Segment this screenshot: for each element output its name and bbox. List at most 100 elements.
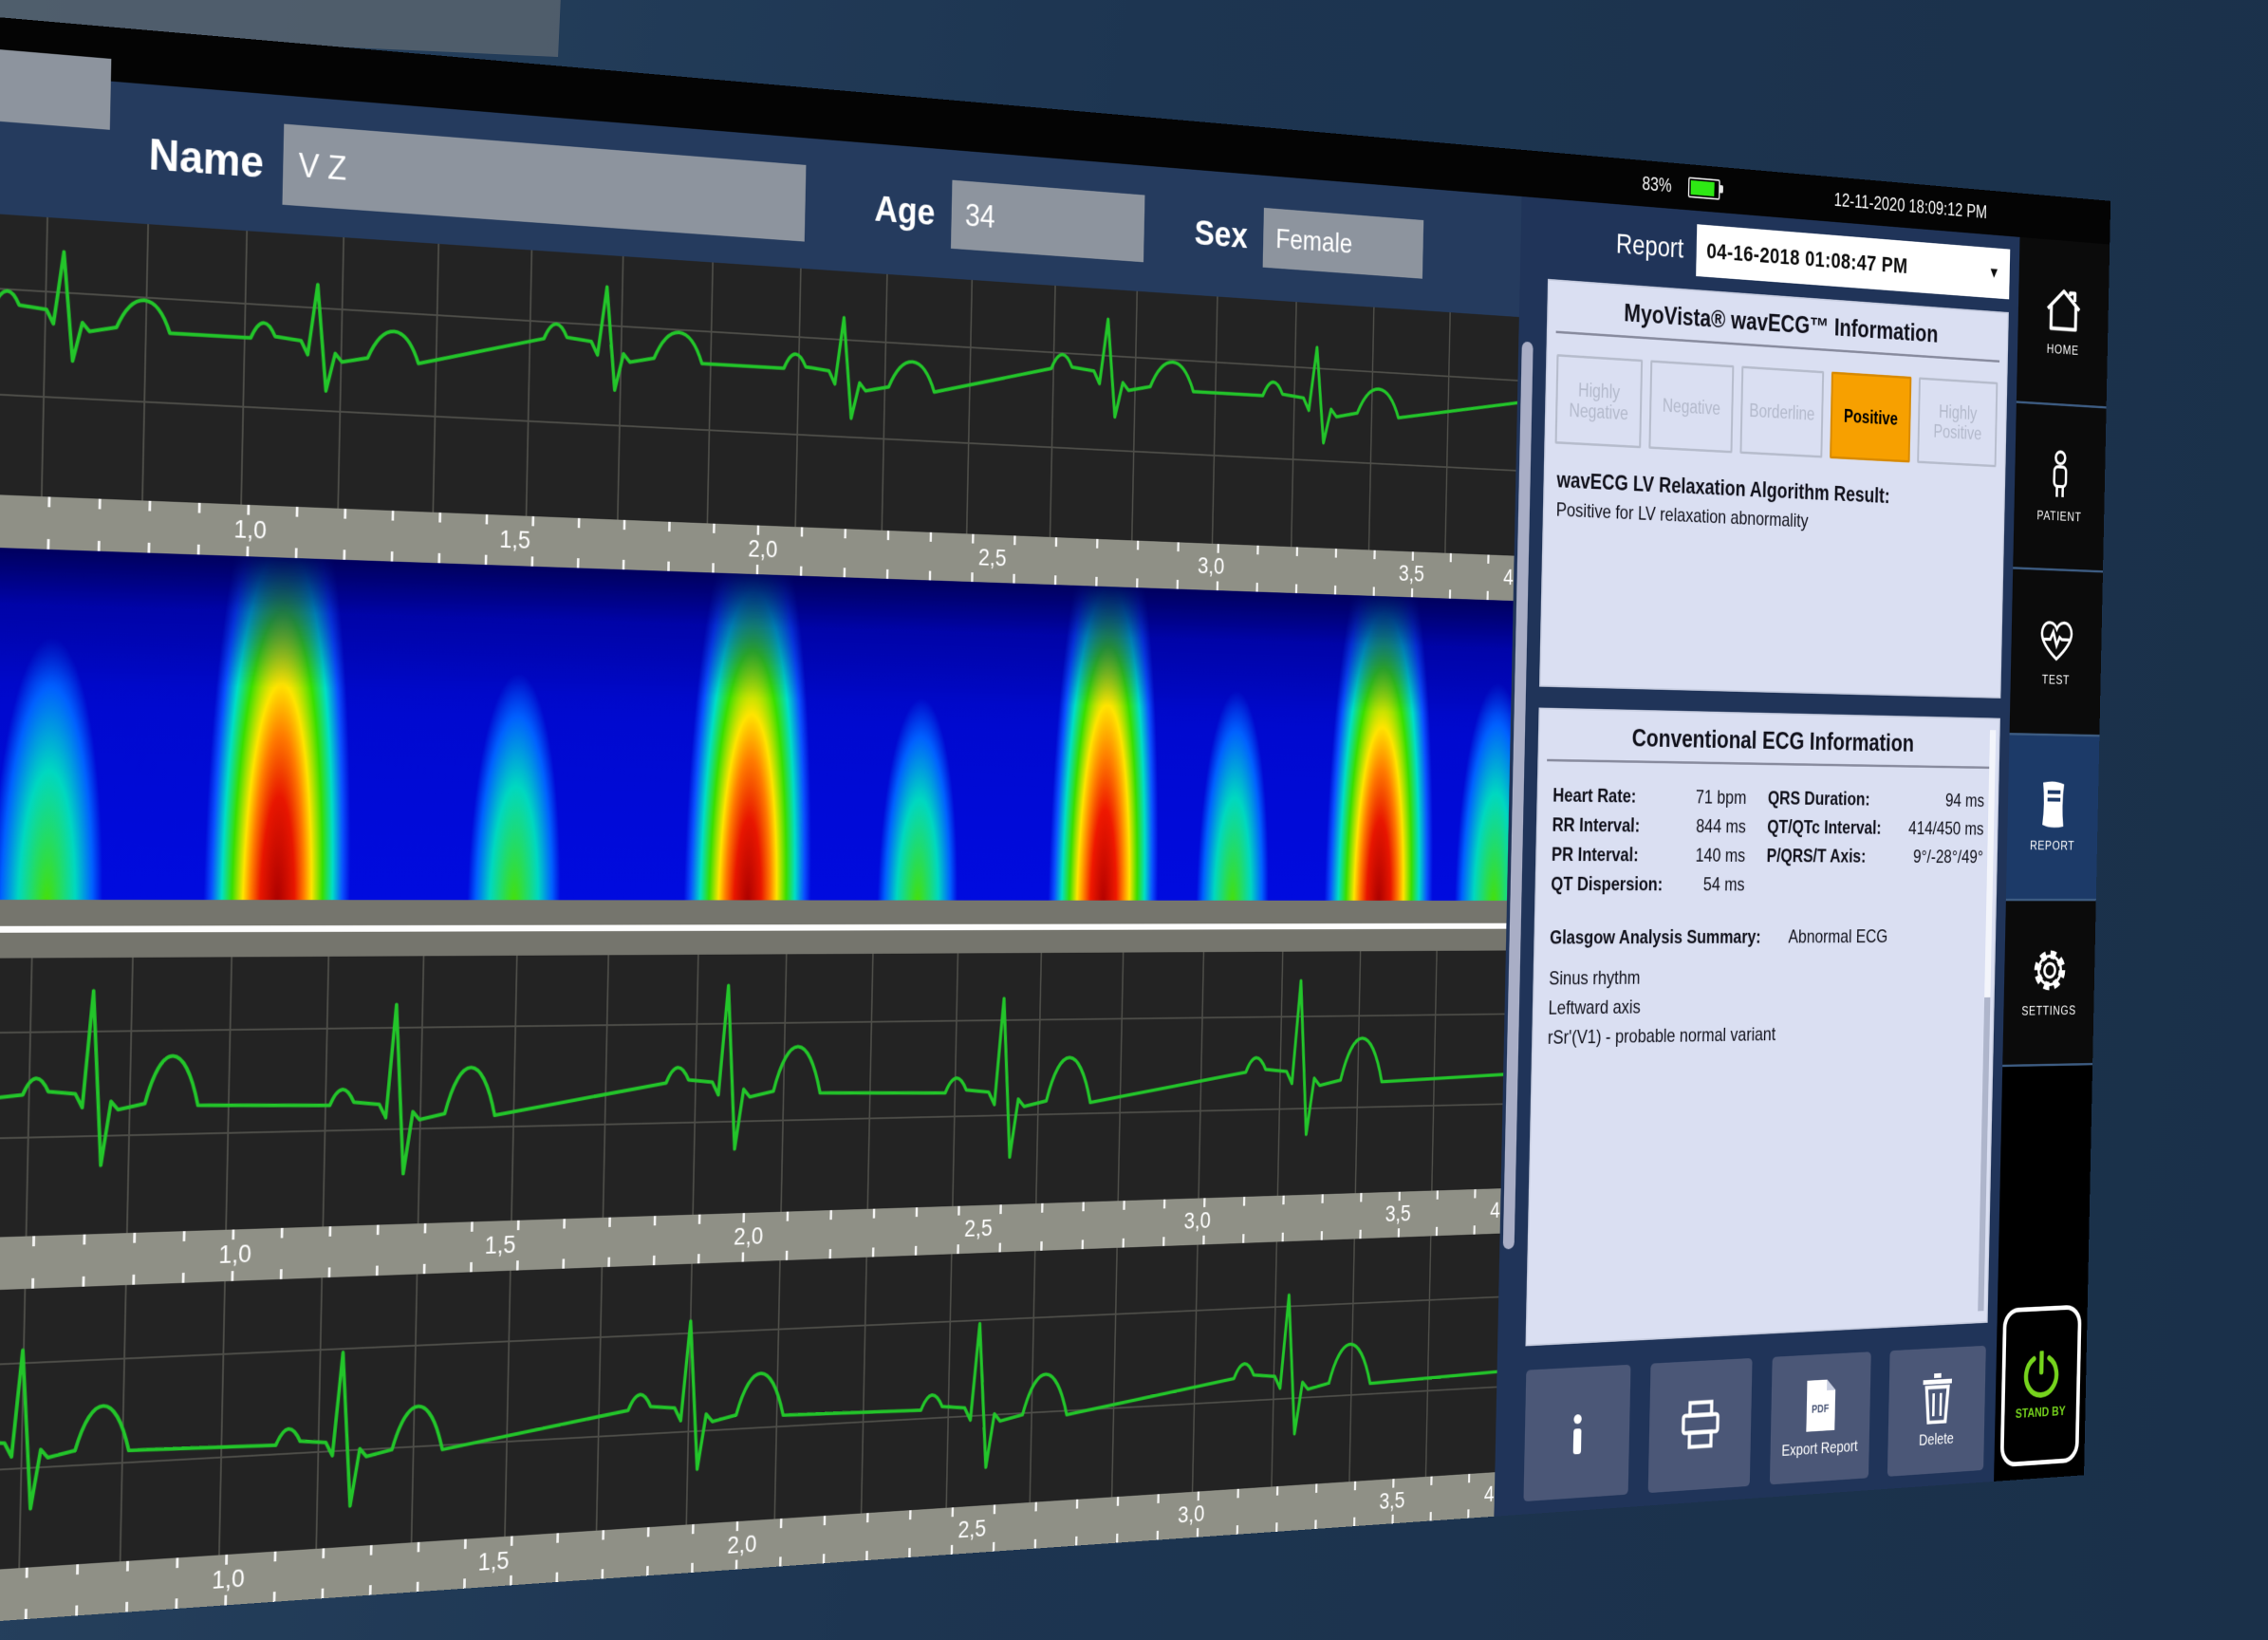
photo-background: 83% 12-11-2020 18:09:12 PM Name V Z Age … [0,0,2268,1640]
sidebar-spacer [1998,1065,2092,1299]
axis-tick-label: 4 [1490,1199,1500,1224]
axis-tick-label: 2,0 [734,1223,764,1252]
axis-tick-label: 1,5 [499,526,530,555]
caret-down-icon: ▼ [1988,264,2000,282]
measurements-right: QRS Duration: 94 ms QT/QTc Interval: 414/4… [1766,781,1985,904]
sidebar-item-test[interactable]: TEST [2010,569,2103,737]
glasgow-findings: Sinus rhythm Leftward axis rSr'(V1) - pr… [1548,961,1981,1053]
class-negative-button[interactable]: Negative [1648,360,1734,453]
print-button[interactable] [1648,1358,1753,1493]
measurements: Heart Rate: 71 bpm RR Interval: 844 ms PR … [1551,777,1985,903]
axis-tick-label: 3,0 [1183,1208,1211,1235]
name-label: Name [148,129,264,189]
axis-tick-label: 2,0 [727,1530,757,1559]
status-datetime: 12-11-2020 18:09:12 PM [1833,189,1987,222]
class-borderline-button[interactable]: Borderline [1740,365,1825,457]
action-bar: PDF Export Report Delete [1512,1332,1998,1515]
svg-text:PDF: PDF [1812,1402,1829,1415]
measure-label: Heart Rate: [1552,785,1636,809]
report-dropdown[interactable]: 04-16-2018 01:08:47 PM ▼ [1696,224,2010,299]
glasgow-value: Abnormal ECG [1788,926,1887,948]
finding-line: Sinus rhythm [1549,961,1981,994]
printer-icon [1678,1396,1723,1454]
sidebar-label: TEST [2042,672,2071,688]
report-label: Report [1616,228,1684,265]
sidebar-label: REPORT [2030,838,2074,853]
measure-value: 414/450 ms [1908,818,1984,840]
glasgow-summary-row: Glasgow Analysis Summary: Abnormal ECG [1550,926,1981,950]
report-dropdown-value: 04-16-2018 01:08:47 PM [1706,238,1907,279]
patient-icon [2047,450,2073,501]
sidebar-item-report[interactable]: REPORT [2006,735,2099,901]
axis-tick-label: 1,5 [484,1232,515,1260]
measure-value: 54 ms [1703,874,1745,896]
delete-button[interactable]: Delete [1887,1346,1986,1477]
delete-label: Delete [1919,1430,1954,1450]
ecg-display-area: Name V Z Age 34 Sex Female 1,0 [0,68,1522,1627]
battery-icon [1688,177,1720,199]
measure-label: QT Dispersion: [1551,873,1663,896]
age-field[interactable]: 34 [951,180,1145,263]
measure-label: P/QRS/T Axis: [1766,846,1866,867]
info-column: Report 04-16-2018 01:08:47 PM ▼ MyoVista… [1512,197,2020,1515]
sidebar-label: PATIENT [2036,508,2081,525]
axis-tick-label: 2,5 [957,1515,986,1543]
power-icon [2022,1350,2059,1398]
sidebar-label: HOME [2047,342,2079,359]
axis-tick-label: 4 [1484,1482,1495,1507]
axis-tick-label: 2,5 [964,1216,993,1243]
ecg-panel-title: Conventional ECG Information [1546,722,1993,759]
device-screen: 83% 12-11-2020 18:09:12 PM Name V Z Age … [0,13,2110,1627]
sex-field[interactable]: Female [1262,208,1423,279]
measure-value: 140 ms [1695,845,1745,867]
measurements-left: Heart Rate: 71 bpm RR Interval: 844 ms PR … [1551,777,1747,903]
standby-button[interactable]: STAND BY [2000,1305,2082,1468]
wavecg-spectrogram [0,546,1514,902]
age-label: Age [874,188,936,233]
finding-line: rSr'(V1) - probable normal variant [1548,1017,1980,1053]
measure-value: 94 ms [1945,791,1985,812]
axis-tick-label: 2,0 [748,535,778,564]
pdf-doc-icon: PDF [1802,1377,1839,1433]
export-report-label: Export Report [1781,1438,1858,1461]
sex-label: Sex [1194,213,1248,256]
info-button[interactable] [1523,1365,1630,1501]
gear-icon [2031,946,2069,995]
heart-pulse-icon [2036,616,2076,664]
measure-label: RR Interval: [1552,814,1640,837]
classification-buttons: Highly Negative Negative Borderline Posi… [1555,354,1998,467]
panel-scrollbar-thumb[interactable] [1984,730,1996,997]
cutoff-field [0,46,111,130]
trash-icon [1920,1372,1955,1425]
battery-percent: 83% [1642,173,1672,196]
axis-tick-label: 3,5 [1399,561,1424,587]
algorithm-result: wavECG LV Relaxation Algorithm Result: P… [1556,468,1994,541]
measure-value: 71 bpm [1696,787,1747,810]
class-highly-positive-button[interactable]: Highly Positive [1917,377,1998,467]
axis-tick-label: 3,5 [1385,1202,1411,1228]
axis-tick-label: 1,0 [233,515,267,545]
measure-value: 9°/-28°/49° [1913,847,1983,868]
report-doc-icon [2037,781,2069,829]
class-highly-negative-button[interactable]: Highly Negative [1555,354,1643,448]
measure-label: QT/QTc Interval: [1767,816,1882,839]
measure-label: QRS Duration: [1768,788,1870,811]
sidebar-item-settings[interactable]: SETTINGS [2002,901,2096,1067]
measure-label: PR Interval: [1552,844,1639,867]
wavecg-info-panel: MyoVista® wavECG™ Information Highly Neg… [1539,279,2009,699]
axis-tick-label: 2,5 [978,545,1007,572]
export-report-button[interactable]: PDF Export Report [1770,1351,1871,1484]
class-positive-button[interactable]: Positive [1830,372,1912,463]
axis-tick-label: 1,0 [218,1240,251,1270]
sidebar-item-patient[interactable]: PATIENT [2013,403,2106,573]
separator-band [0,900,1507,958]
axis-tick-label: 3,0 [1198,553,1225,580]
divider [1547,759,1991,769]
info-icon [1558,1408,1597,1457]
home-icon [2044,286,2084,335]
sidebar-item-home[interactable]: HOME [2017,237,2110,409]
measure-value: 844 ms [1696,816,1746,839]
axis-tick-label: 3,5 [1379,1487,1405,1514]
axis-tick-label: 1,5 [477,1547,509,1576]
name-field[interactable]: V Z [282,124,806,242]
